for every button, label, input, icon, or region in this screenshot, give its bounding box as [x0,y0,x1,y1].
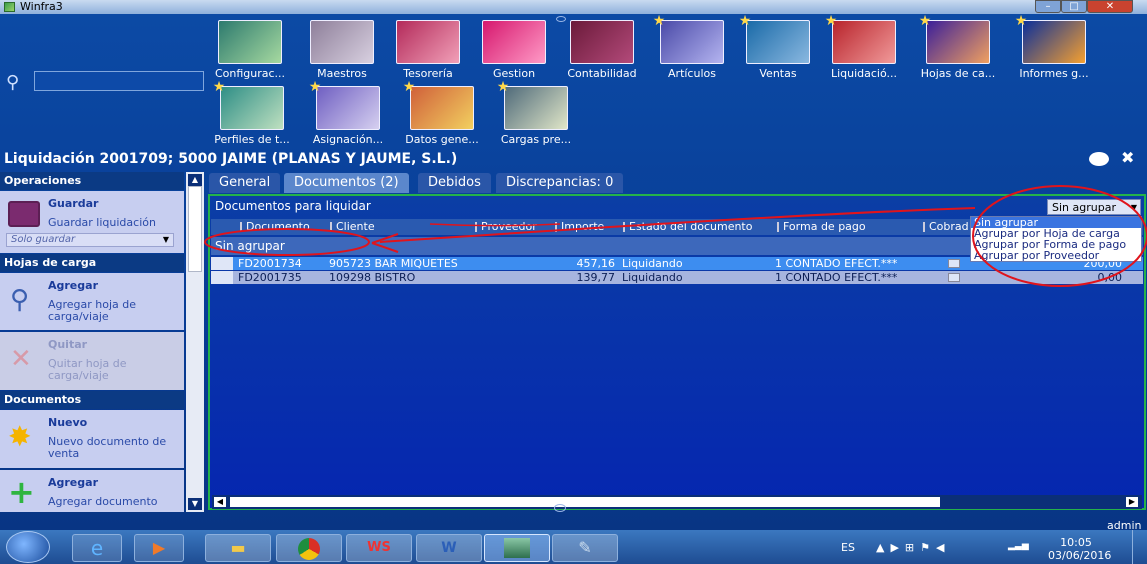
taskbar-explorer[interactable]: ▬ [205,534,271,562]
tray-icons: ▲▶⊞⚑◀ [876,541,951,554]
taskbar-media[interactable]: ▶ [134,534,184,562]
pen-icon: ✎ [578,538,592,557]
taskbar-ie[interactable]: e [72,534,122,562]
taskbar-tool[interactable]: ✎ [552,534,618,562]
signal-icon: ▂▃▅ [1008,541,1029,551]
word-icon: W [441,540,457,556]
start-button[interactable] [6,531,50,563]
annotation-ellipse-dropdown [972,185,1147,287]
annotation-arrow-head [371,233,399,253]
scroll-handle-bottom[interactable] [554,504,566,512]
ws-icon: WS [367,540,391,555]
clock[interactable]: 10:05 03/06/2016 [1048,536,1112,562]
taskbar-chrome[interactable] [276,534,342,562]
show-desktop-button[interactable] [1132,530,1147,564]
annotation-ellipse-group-row [204,228,370,256]
taskbar-app-ws[interactable]: WS [346,534,412,562]
annotation-stroke [429,223,561,227]
annotation-layer [204,185,1147,287]
folder-icon: ▬ [230,538,246,557]
taskbar-word[interactable]: W [416,534,482,562]
chrome-icon [298,538,320,560]
taskbar-winfra3[interactable] [484,534,550,562]
clock-date: 03/06/2016 [1048,549,1112,562]
ie-icon: e [90,536,104,560]
language-indicator[interactable]: ES [841,541,855,554]
media-icon: ▶ [152,538,166,557]
clock-time: 10:05 [1060,536,1092,549]
winfra-icon [504,538,530,558]
